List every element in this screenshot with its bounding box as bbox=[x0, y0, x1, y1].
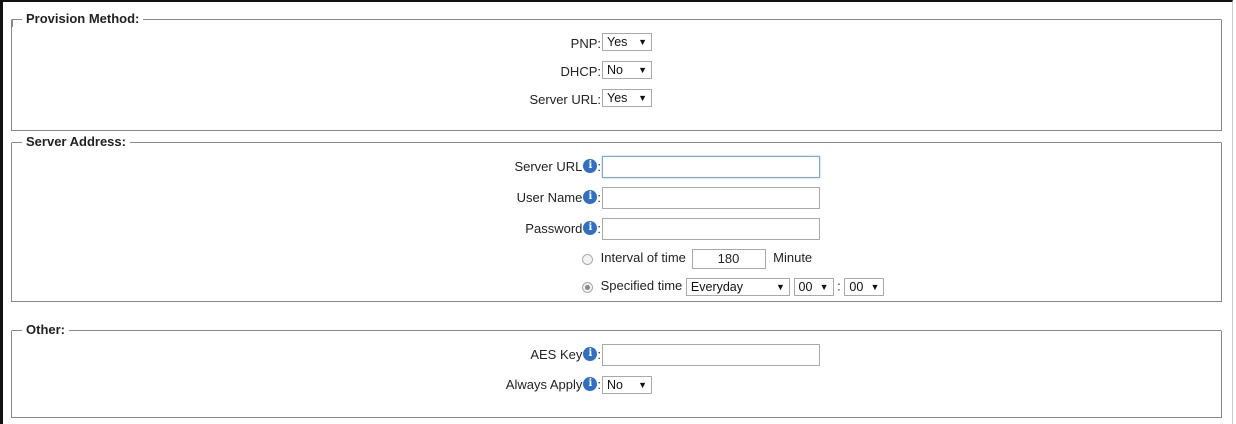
info-icon[interactable]: i bbox=[583, 221, 598, 235]
server-url-method-value: Yes bbox=[607, 91, 628, 105]
server-url-input[interactable] bbox=[602, 156, 820, 178]
pnp-select-value: Yes bbox=[607, 35, 628, 49]
interval-label: Interval of time bbox=[600, 250, 686, 266]
user-name-label-group: User Name i: bbox=[517, 190, 601, 205]
dhcp-select[interactable]: No ▼ bbox=[602, 61, 652, 79]
dhcp-label: DHCP: bbox=[560, 64, 601, 79]
specified-time-group: Specified time Everyday ▼ 00 ▼ : 00 ▼ bbox=[582, 278, 885, 296]
chevron-down-icon: ▼ bbox=[638, 380, 647, 390]
server-address-section: Server Address: Server URL i: User Name i:… bbox=[11, 134, 1222, 302]
pnp-row: PNP: Yes ▼ bbox=[12, 33, 1221, 55]
specified-time-radio[interactable] bbox=[582, 281, 593, 293]
label-colon: : bbox=[597, 377, 601, 392]
chevron-down-icon: ▼ bbox=[638, 37, 647, 47]
provision-method-legend: Provision Method: bbox=[22, 11, 144, 26]
server-url-label-group: Server URL i: bbox=[514, 159, 601, 174]
provision-method-title: Provision Method: bbox=[26, 11, 140, 26]
legend-rule bbox=[12, 142, 22, 143]
always-apply-label-group: Always Apply i: bbox=[506, 377, 601, 392]
legend-rule bbox=[69, 330, 1221, 331]
server-url-label: Server URL bbox=[514, 159, 583, 174]
always-apply-value: No bbox=[607, 378, 623, 392]
period-select[interactable]: Everyday ▼ bbox=[685, 278, 790, 296]
server-url-method-label: Server URL: bbox=[529, 92, 601, 107]
info-icon[interactable]: i bbox=[583, 347, 598, 361]
chevron-down-icon: ▼ bbox=[638, 93, 647, 103]
server-url-method-row: Server URL: Yes ▼ bbox=[12, 89, 1221, 111]
label-colon: : bbox=[597, 190, 601, 205]
chevron-down-icon: ▼ bbox=[870, 282, 880, 292]
interval-radio[interactable] bbox=[582, 253, 593, 265]
label-colon: : bbox=[597, 347, 601, 362]
legend-rule bbox=[130, 142, 1221, 143]
user-name-label: User Name bbox=[516, 190, 583, 205]
server-address-legend: Server Address: bbox=[22, 134, 130, 149]
aes-key-label-group: AES Key i: bbox=[530, 347, 601, 362]
hour-select[interactable]: 00 ▼ bbox=[793, 278, 834, 296]
label-colon: : bbox=[597, 159, 601, 174]
always-apply-select[interactable]: No ▼ bbox=[602, 376, 652, 394]
password-input[interactable] bbox=[602, 218, 820, 240]
other-section: Other: AES Key i: Always Apply i: No ▼ bbox=[11, 322, 1222, 418]
chevron-down-icon: ▼ bbox=[638, 65, 647, 75]
minute-select[interactable]: 00 ▼ bbox=[844, 278, 885, 296]
pnp-select[interactable]: Yes ▼ bbox=[602, 33, 652, 51]
chevron-down-icon: ▼ bbox=[819, 282, 829, 292]
user-name-input[interactable] bbox=[602, 187, 820, 209]
minute-select-value: 00 bbox=[849, 280, 864, 294]
other-title: Other: bbox=[26, 322, 65, 337]
dhcp-row: DHCP: No ▼ bbox=[12, 61, 1221, 83]
password-row: Password i: bbox=[12, 218, 1221, 242]
label-colon: : bbox=[597, 221, 601, 236]
interval-group: Interval of time 180 Minute bbox=[582, 249, 812, 269]
password-label: Password bbox=[525, 221, 583, 236]
legend-rule bbox=[12, 330, 22, 331]
legend-rule bbox=[143, 19, 1221, 20]
info-icon[interactable]: i bbox=[583, 377, 598, 391]
aes-key-row: AES Key i: bbox=[12, 344, 1221, 368]
time-colon: : bbox=[837, 278, 841, 294]
pnp-label: PNP: bbox=[570, 36, 601, 51]
interval-row: Interval of time 180 Minute bbox=[12, 246, 1221, 270]
always-apply-label: Always Apply bbox=[505, 377, 583, 392]
always-apply-row: Always Apply i: No ▼ bbox=[12, 374, 1221, 398]
info-icon[interactable]: i bbox=[583, 190, 598, 204]
legend-tick bbox=[12, 19, 13, 27]
interval-input[interactable]: 180 bbox=[691, 249, 766, 269]
specified-time-label: Specified time bbox=[600, 278, 683, 294]
period-select-value: Everyday bbox=[690, 280, 744, 294]
password-label-group: Password i: bbox=[525, 221, 601, 236]
aes-key-label: AES Key bbox=[530, 347, 583, 362]
dhcp-select-value: No bbox=[607, 63, 623, 77]
server-address-title: Server Address: bbox=[26, 134, 126, 149]
server-url-method-select[interactable]: Yes ▼ bbox=[602, 89, 652, 107]
server-url-row: Server URL i: bbox=[12, 156, 1221, 180]
hour-select-value: 00 bbox=[798, 280, 813, 294]
provision-method-section: Provision Method: PNP: Yes ▼ DHCP: No ▼ … bbox=[11, 11, 1222, 131]
specified-time-row: Specified time Everyday ▼ 00 ▼ : 00 ▼ bbox=[12, 276, 1221, 300]
info-icon[interactable]: i bbox=[583, 159, 598, 173]
chevron-down-icon: ▼ bbox=[775, 282, 785, 292]
user-name-row: User Name i: bbox=[12, 187, 1221, 211]
other-legend: Other: bbox=[22, 322, 69, 337]
aes-key-input[interactable] bbox=[602, 344, 820, 366]
interval-unit: Minute bbox=[773, 250, 813, 266]
legend-rule bbox=[12, 19, 22, 20]
